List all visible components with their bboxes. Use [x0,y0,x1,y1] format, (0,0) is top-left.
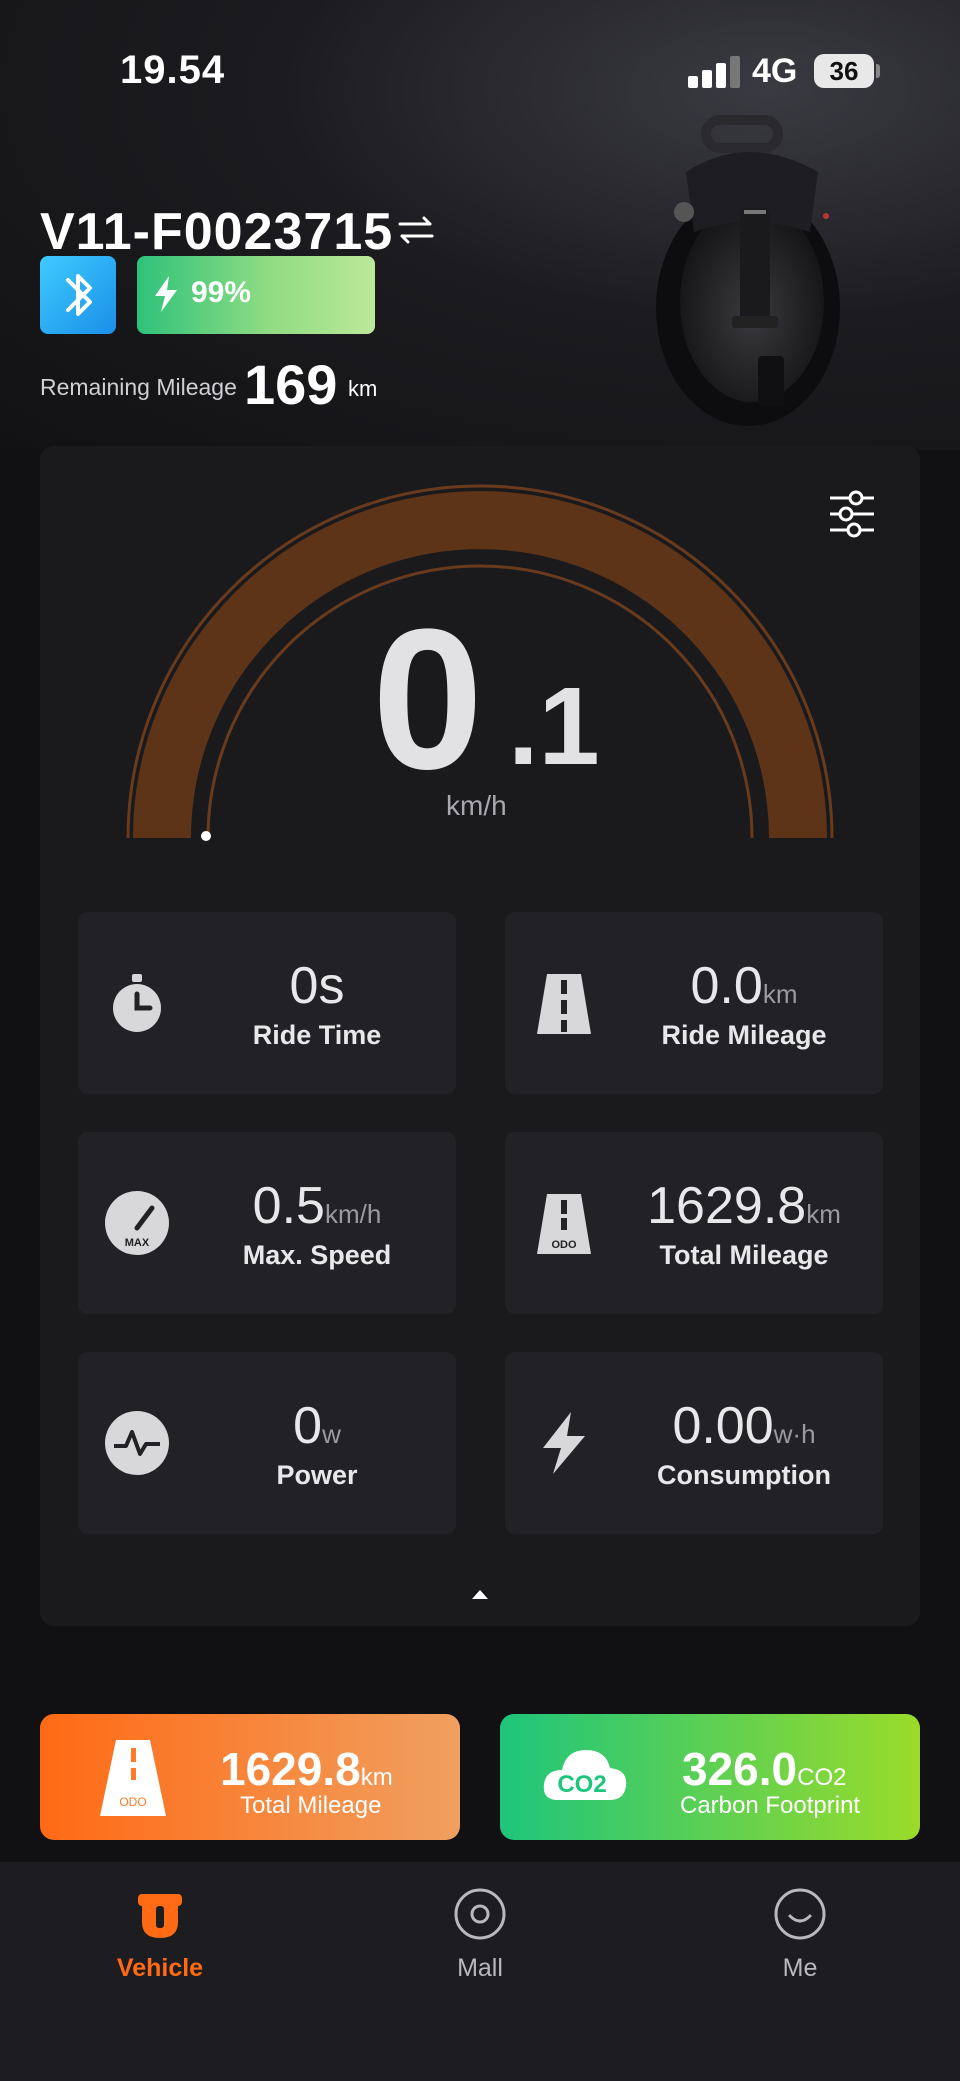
svg-text:ODO: ODO [551,1239,577,1251]
mall-tab-icon [454,1888,506,1940]
tab-mall-label: Mall [457,1954,503,1982]
total-mileage-summary-card[interactable]: ODO 1629.8km Total Mileage [40,1714,460,1840]
me-tab-icon [774,1888,826,1940]
lightning-icon [543,1412,585,1474]
max-speed-card: MAX 0.5km/h Max. Speed [78,1132,456,1314]
consumption-value: 0.00w·h [672,1397,816,1455]
battery-tip-icon [876,64,880,78]
tab-vehicle-label: Vehicle [116,1954,204,1982]
status-time: 19.54 [120,48,226,92]
road-icon [537,974,591,1034]
tab-me-label: Me [782,1954,818,1982]
ride-time-value: 0s [289,957,345,1015]
signal-strength-icon [688,56,744,88]
tab-mall[interactable]: Mall [400,1886,560,2006]
switch-device-icon[interactable] [396,214,436,246]
charging-bolt-icon [155,276,177,312]
summary-total-mileage-label: Total Mileage [240,1792,382,1819]
svg-text:CO2: CO2 [557,1771,606,1798]
network-type: 4G [752,52,798,90]
carbon-footprint-value: 326.0CO2 [682,1743,847,1795]
consumption-label: Consumption [657,1460,831,1490]
remaining-mileage-label: Remaining Mileage [40,374,237,400]
summary-total-mileage-value: 1629.8km [220,1743,393,1795]
remaining-mileage-unit: km [348,376,378,401]
collapse-arrow-icon[interactable] [470,1588,490,1600]
power-card: 0w Power [78,1352,456,1534]
carbon-footprint-card[interactable]: CO2 326.0CO2 Carbon Footprint [500,1714,920,1840]
stopwatch-icon [113,974,161,1032]
total-mileage-label: Total Mileage [659,1240,829,1270]
current-speed-integer: 0 [372,588,483,811]
device-name: V11-F0023715 [40,203,394,261]
total-mileage-value: 1629.8km [647,1177,841,1235]
current-speed-unit: km/h [446,790,507,821]
bottom-tab-bar: Vehicle Mall Me [0,1862,960,2081]
odo-road-icon: ODO [100,1740,166,1816]
ride-mileage-label: Ride Mileage [661,1020,827,1050]
max-speed-gauge-icon: MAX [105,1191,169,1255]
battery-percent: 99% [191,276,252,309]
ride-time-card: 0s Ride Time [78,912,456,1094]
bluetooth-status-badge[interactable] [40,256,116,334]
battery-status-badge: 99% [137,256,375,334]
remaining-mileage-value: 169 [244,353,338,416]
svg-text:ODO: ODO [119,1795,146,1809]
gauge-needle-dot [201,831,211,841]
ride-time-label: Ride Time [252,1020,382,1050]
ride-mileage-card: 0.0km Ride Mileage [505,912,883,1094]
max-speed-label: Max. Speed [242,1240,392,1270]
current-speed-decimal: .1 [508,665,600,788]
consumption-card: 0.00w·h Consumption [505,1352,883,1534]
vehicle-tab-icon [138,1894,182,1938]
svg-text:MAX: MAX [125,1237,150,1249]
tab-vehicle[interactable]: Vehicle [80,1886,240,2006]
tab-me[interactable]: Me [720,1886,880,2006]
unicycle-image [656,115,840,426]
battery-level: 36 [814,54,874,88]
carbon-footprint-label: Carbon Footprint [680,1792,861,1819]
total-mileage-card: ODO 1629.8km Total Mileage [505,1132,883,1314]
odo-road-icon: ODO [537,1194,591,1254]
power-label: Power [276,1460,358,1490]
co2-cloud-icon: CO2 [543,1750,627,1800]
power-value: 0w [293,1397,341,1455]
bluetooth-icon [66,274,92,316]
max-speed-value: 0.5km/h [252,1177,382,1235]
ride-mileage-value: 0.0km [690,957,798,1015]
power-wave-icon [105,1411,169,1475]
